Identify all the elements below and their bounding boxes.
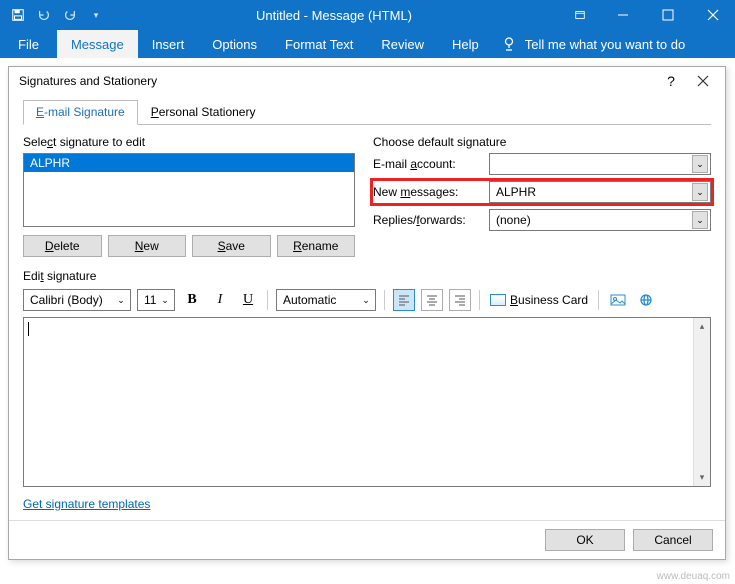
text-cursor (28, 322, 29, 336)
replies-forwards-dropdown[interactable]: (none) ⌄ (489, 209, 711, 231)
replies-forwards-value: (none) (496, 213, 692, 227)
new-messages-value: ALPHR (496, 185, 692, 199)
scroll-up-icon[interactable]: ▴ (694, 318, 710, 335)
window-title: Untitled - Message (HTML) (108, 8, 560, 23)
cancel-button[interactable]: Cancel (633, 529, 713, 551)
tab-message[interactable]: Message (57, 30, 138, 58)
chevron-down-icon: ⌄ (692, 211, 708, 229)
new-messages-label: New messages: (373, 185, 489, 199)
separator (479, 290, 480, 310)
font-size-select[interactable]: 11 ⌄ (137, 289, 175, 311)
separator (384, 290, 385, 310)
separator (267, 290, 268, 310)
signature-list[interactable]: ALPHR (23, 153, 355, 227)
replies-forwards-label: Replies/forwards: (373, 213, 489, 227)
watermark: www.deuaq.com (657, 571, 730, 582)
chevron-down-icon: ⌄ (158, 295, 172, 306)
dialog-title: Signatures and Stationery (19, 74, 157, 88)
select-signature-label: Select signature to edit (23, 135, 355, 149)
choose-default-label: Choose default signature (373, 135, 711, 149)
chevron-down-icon: ⌄ (359, 295, 373, 306)
tab-personal-stationery[interactable]: Personal Stationery (138, 100, 269, 125)
separator (598, 290, 599, 310)
insert-hyperlink-button[interactable] (635, 289, 657, 311)
signature-list-item[interactable]: ALPHR (24, 154, 354, 172)
new-button[interactable]: New (108, 235, 187, 257)
get-templates-link[interactable]: Get signature templates (23, 497, 150, 511)
rename-button[interactable]: Rename (277, 235, 356, 257)
dialog-close-icon[interactable] (687, 69, 719, 93)
business-card-button[interactable]: Business Card (488, 289, 590, 311)
redo-icon[interactable] (58, 3, 82, 27)
align-left-button[interactable] (393, 289, 415, 311)
signatures-dialog: Signatures and Stationery ? E-mail Signa… (8, 66, 726, 560)
ribbon-display-icon[interactable] (560, 0, 600, 30)
tell-me-input[interactable]: Tell me what you want to do (501, 30, 685, 58)
save-button[interactable]: Save (192, 235, 271, 257)
maximize-icon[interactable] (645, 0, 690, 30)
undo-icon[interactable] (32, 3, 56, 27)
edit-signature-label: Edit signature (23, 269, 711, 283)
business-card-icon (490, 294, 506, 306)
help-icon[interactable]: ? (655, 69, 687, 93)
scrollbar[interactable]: ▴ ▾ (693, 318, 710, 486)
new-messages-dropdown[interactable]: ALPHR ⌄ (489, 181, 711, 203)
signature-editor[interactable]: ▴ ▾ (23, 317, 711, 487)
tell-me-label: Tell me what you want to do (525, 37, 685, 52)
email-account-label: E-mail account: (373, 157, 489, 171)
insert-picture-button[interactable] (607, 289, 629, 311)
chevron-down-icon: ⌄ (114, 295, 128, 306)
chevron-down-icon: ⌄ (692, 155, 708, 173)
ok-button[interactable]: OK (545, 529, 625, 551)
email-account-dropdown[interactable]: ⌄ (489, 153, 711, 175)
font-family-select[interactable]: Calibri (Body) ⌄ (23, 289, 131, 311)
tab-email-signature[interactable]: E-mail Signature (23, 100, 138, 125)
tab-insert[interactable]: Insert (138, 30, 199, 58)
tab-file[interactable]: File (0, 30, 57, 58)
tab-help[interactable]: Help (438, 30, 493, 58)
tab-options[interactable]: Options (198, 30, 271, 58)
bold-button[interactable]: B (181, 289, 203, 311)
align-right-button[interactable] (449, 289, 471, 311)
delete-button[interactable]: Delete (23, 235, 102, 257)
scroll-down-icon[interactable]: ▾ (694, 469, 710, 486)
underline-button[interactable]: U (237, 289, 259, 311)
qat-customize-icon[interactable]: ▾ (84, 3, 108, 27)
minimize-icon[interactable] (600, 0, 645, 30)
chevron-down-icon: ⌄ (692, 183, 708, 201)
align-center-button[interactable] (421, 289, 443, 311)
close-icon[interactable] (690, 0, 735, 30)
save-icon[interactable] (6, 3, 30, 27)
italic-button[interactable]: I (209, 289, 231, 311)
tab-review[interactable]: Review (367, 30, 438, 58)
font-color-select[interactable]: Automatic ⌄ (276, 289, 376, 311)
tab-format-text[interactable]: Format Text (271, 30, 367, 58)
